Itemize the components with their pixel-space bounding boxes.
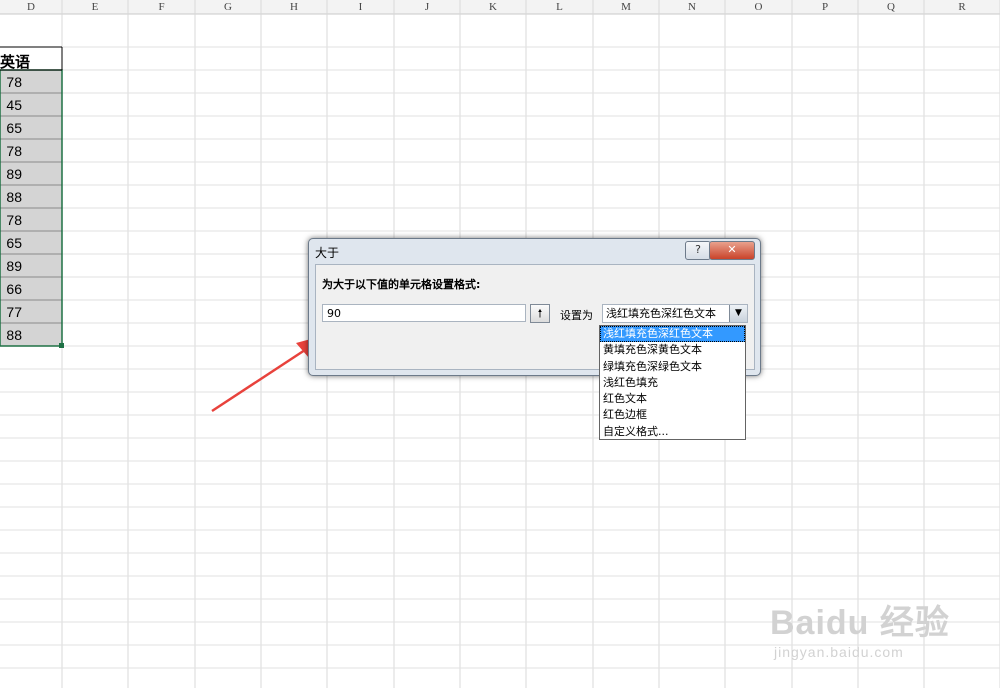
threshold-value-input[interactable]: 90 — [322, 304, 526, 322]
set-as-label: 设置为 — [560, 309, 593, 322]
format-option[interactable]: 红色边框 — [600, 407, 745, 423]
cell-d-value[interactable]: 89 — [0, 166, 22, 182]
format-select[interactable]: 浅红填充色深红色文本 ▼ — [602, 304, 748, 323]
column-header-o[interactable]: O — [725, 0, 792, 14]
column-header-k[interactable]: K — [460, 0, 526, 14]
column-header-r[interactable]: R — [924, 0, 1000, 14]
cell-d-value[interactable]: 89 — [0, 258, 22, 274]
column-header-i[interactable]: I — [327, 0, 394, 14]
baidu-watermark: Baidu 经验 jingyan.baidu.com — [770, 595, 950, 660]
column-header-h[interactable]: H — [261, 0, 327, 14]
column-header-q[interactable]: Q — [858, 0, 924, 14]
watermark-url: jingyan.baidu.com — [774, 644, 904, 660]
cell-d-value[interactable]: 78 — [0, 74, 22, 90]
column-header-n[interactable]: N — [659, 0, 725, 14]
collapse-dialog-button[interactable]: 🠕 — [530, 304, 550, 323]
format-select-value: 浅红填充色深红色文本 — [606, 307, 716, 320]
format-option[interactable]: 浅红填充色深红色文本 — [600, 326, 745, 343]
cell-d-value[interactable]: 88 — [0, 189, 22, 205]
cell-d-value[interactable]: 45 — [0, 97, 22, 113]
cell-d-value[interactable]: 88 — [0, 327, 22, 343]
cell-d-value[interactable]: 66 — [0, 281, 22, 297]
dialog-prompt: 为大于以下值的单元格设置格式: — [322, 278, 481, 291]
column-header-e[interactable]: E — [62, 0, 128, 14]
dialog-title: 大于 — [315, 246, 340, 260]
column-header-l[interactable]: L — [526, 0, 593, 14]
format-option[interactable]: 自定义格式... — [600, 424, 745, 440]
column-header-g[interactable]: G — [195, 0, 261, 14]
column-header-d[interactable]: D — [0, 0, 62, 14]
cell-d-value[interactable]: 65 — [0, 235, 22, 251]
format-option[interactable]: 红色文本 — [600, 391, 745, 407]
cell-d-value[interactable]: 77 — [0, 304, 22, 320]
format-option[interactable]: 绿填充色深绿色文本 — [600, 359, 745, 375]
cell-d-value[interactable]: 65 — [0, 120, 22, 136]
column-d-header-cell[interactable]: 英语 — [0, 51, 30, 72]
watermark-brand: Baidu 经验 — [770, 604, 950, 642]
chevron-down-icon[interactable]: ▼ — [729, 305, 747, 322]
format-options-list: 浅红填充色深红色文本 黄填充色深黄色文本 绿填充色深绿色文本 浅红色填充 红色文… — [599, 325, 746, 440]
cell-d-value[interactable]: 78 — [0, 143, 22, 159]
column-header-j[interactable]: J — [394, 0, 460, 14]
help-button[interactable]: ? — [685, 241, 711, 260]
column-header-m[interactable]: M — [593, 0, 659, 14]
arrow-up-icon: 🠕 — [537, 307, 543, 320]
column-header-f[interactable]: F — [128, 0, 195, 14]
format-option[interactable]: 浅红色填充 — [600, 375, 745, 391]
close-button[interactable]: ✕ — [709, 241, 755, 260]
fill-handle[interactable] — [59, 343, 64, 348]
cell-d-value[interactable]: 78 — [0, 212, 22, 228]
column-header-p[interactable]: P — [792, 0, 858, 14]
format-option[interactable]: 黄填充色深黄色文本 — [600, 342, 745, 358]
